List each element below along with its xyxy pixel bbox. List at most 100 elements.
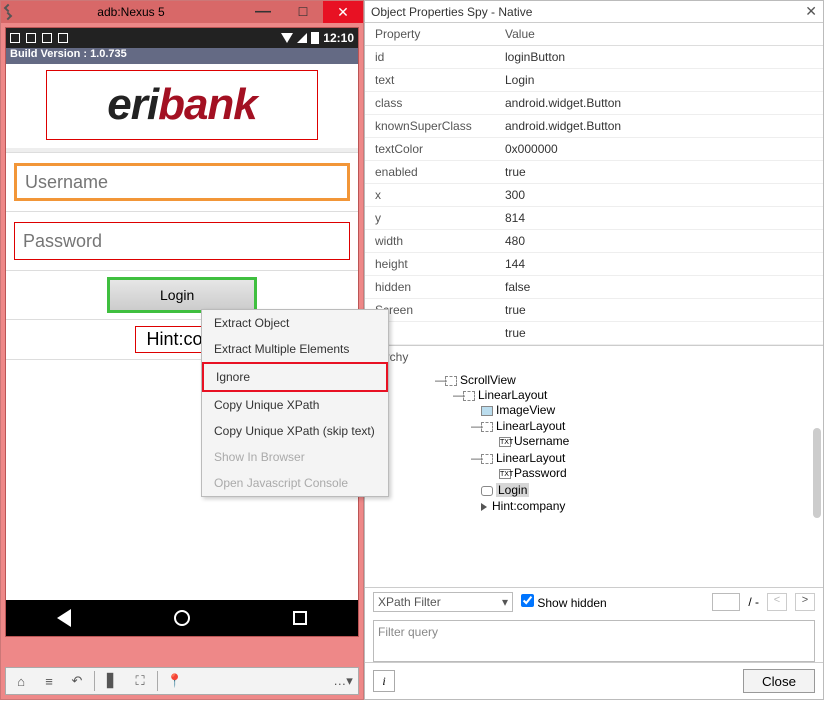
property-value: android.widget.Button bbox=[495, 115, 823, 138]
property-value: Login bbox=[495, 69, 823, 92]
username-field[interactable] bbox=[14, 163, 350, 201]
tree-node-login[interactable]: Login bbox=[471, 482, 823, 498]
expand-icon[interactable] bbox=[5, 5, 19, 19]
property-value: 0x000000 bbox=[495, 138, 823, 161]
col-property: Property bbox=[365, 23, 495, 46]
tree-node-linearlayout[interactable]: —LinearLayout TXTUsername bbox=[471, 418, 823, 450]
pin-tool-icon[interactable]: 📍 bbox=[162, 670, 188, 692]
ctx-ignore[interactable]: Ignore bbox=[202, 362, 388, 392]
property-value: true bbox=[495, 161, 823, 184]
info-icon[interactable]: i bbox=[373, 670, 395, 692]
inspector-close-icon[interactable]: ✕ bbox=[805, 3, 817, 20]
property-row[interactable]: enabledtrue bbox=[365, 161, 823, 184]
xpath-filter-combo[interactable]: XPath Filter▾ bbox=[373, 592, 513, 612]
property-name: height bbox=[365, 253, 495, 276]
inspector-title: Object Properties Spy - Native bbox=[371, 5, 805, 19]
eribank-logo: eribank bbox=[46, 70, 318, 140]
close-button[interactable]: Close bbox=[743, 669, 815, 693]
property-row[interactable]: textColor0x000000 bbox=[365, 138, 823, 161]
filter-row: XPath Filter▾ Show hidden / - < > bbox=[365, 587, 823, 616]
property-row[interactable]: height144 bbox=[365, 253, 823, 276]
home-icon[interactable] bbox=[174, 610, 190, 626]
list-tool-icon[interactable]: ≡ bbox=[36, 670, 62, 692]
context-menu: Extract Object Extract Multiple Elements… bbox=[201, 309, 389, 497]
property-name: class bbox=[365, 92, 495, 115]
property-row[interactable]: x300 bbox=[365, 184, 823, 207]
emulator-window: adb:Nexus 5 — ☐ ✕ 12:10 Build Version : … bbox=[0, 0, 364, 700]
tree-node-username[interactable]: TXTUsername bbox=[489, 433, 823, 449]
emulator-toolbar: ⌂ ≡ ↶ ▋ ⛶ 📍 …▾ bbox=[5, 667, 359, 695]
ctx-extract-object[interactable]: Extract Object bbox=[202, 310, 388, 336]
android-navbar bbox=[6, 600, 358, 636]
show-hidden-toggle[interactable]: Show hidden bbox=[521, 594, 607, 610]
property-value: true bbox=[495, 322, 823, 345]
property-value: 814 bbox=[495, 207, 823, 230]
property-value: false bbox=[495, 276, 823, 299]
property-name: textColor bbox=[365, 138, 495, 161]
more-tool-icon[interactable]: …▾ bbox=[330, 670, 356, 692]
battery-icon bbox=[311, 32, 319, 44]
notif-icon bbox=[10, 33, 20, 43]
tree-node-password[interactable]: TXTPassword bbox=[489, 465, 823, 481]
tree-scrollbar[interactable] bbox=[813, 428, 821, 518]
property-name: x bbox=[365, 184, 495, 207]
property-value: android.widget.Button bbox=[495, 92, 823, 115]
recent-icon[interactable] bbox=[293, 611, 307, 625]
filter-query-box[interactable]: Filter query bbox=[373, 620, 815, 662]
col-value: Value bbox=[495, 23, 823, 46]
hierarchy-panel: rarchy —ScrollView —LinearLayout ImageVi… bbox=[365, 345, 823, 699]
back-icon[interactable] bbox=[57, 609, 71, 627]
close-window-button[interactable]: ✕ bbox=[323, 1, 363, 23]
hierarchy-label: rarchy bbox=[365, 346, 823, 368]
property-row[interactable]: Screentrue bbox=[365, 299, 823, 322]
password-field[interactable] bbox=[14, 222, 350, 260]
property-value: loginButton bbox=[495, 46, 823, 69]
inspector-footer: i Close bbox=[365, 662, 823, 699]
prev-button[interactable]: < bbox=[767, 593, 787, 611]
property-row[interactable]: width480 bbox=[365, 230, 823, 253]
property-name: width bbox=[365, 230, 495, 253]
ctx-extract-multiple[interactable]: Extract Multiple Elements bbox=[202, 336, 388, 362]
property-name: hidden bbox=[365, 276, 495, 299]
inspector-titlebar: Object Properties Spy - Native ✕ bbox=[365, 1, 823, 23]
chevron-down-icon: ▾ bbox=[502, 595, 508, 609]
minimize-button[interactable]: — bbox=[243, 1, 283, 23]
next-button[interactable]: > bbox=[795, 593, 815, 611]
undo-tool-icon[interactable]: ↶ bbox=[64, 670, 90, 692]
notif-icon bbox=[42, 33, 52, 43]
ctx-copy-xpath-skip[interactable]: Copy Unique XPath (skip text) bbox=[202, 418, 388, 444]
property-value: 144 bbox=[495, 253, 823, 276]
page-input[interactable] bbox=[712, 593, 740, 611]
tree-node-scrollview[interactable]: —ScrollView —LinearLayout ImageView —Lin… bbox=[435, 372, 823, 516]
expand-tool-icon[interactable]: ⛶ bbox=[127, 670, 153, 692]
tree-node-imageview[interactable]: ImageView bbox=[471, 402, 823, 418]
property-row[interactable]: true bbox=[365, 322, 823, 345]
home-tool-icon[interactable]: ⌂ bbox=[8, 670, 34, 692]
login-button[interactable]: Login bbox=[107, 277, 257, 313]
ctx-show-browser: Show In Browser bbox=[202, 444, 388, 470]
clock: 12:10 bbox=[323, 31, 354, 45]
tree-node-linearlayout[interactable]: —LinearLayout ImageView —LinearLayout TX… bbox=[453, 387, 823, 515]
property-row[interactable]: y814 bbox=[365, 207, 823, 230]
property-row[interactable]: idloginButton bbox=[365, 46, 823, 69]
hierarchy-tree[interactable]: —ScrollView —LinearLayout ImageView —Lin… bbox=[365, 368, 823, 587]
property-row[interactable]: textLogin bbox=[365, 69, 823, 92]
notif-icon bbox=[26, 33, 36, 43]
build-version-label: Build Version : 1.0.735 bbox=[6, 48, 358, 64]
ctx-copy-xpath[interactable]: Copy Unique XPath bbox=[202, 392, 388, 418]
property-row[interactable]: classandroid.widget.Button bbox=[365, 92, 823, 115]
object-spy-panel: Object Properties Spy - Native ✕ Propert… bbox=[364, 0, 824, 700]
titlebar: adb:Nexus 5 — ☐ ✕ bbox=[1, 1, 363, 23]
property-table: Property Value idloginButtontextLogincla… bbox=[365, 23, 823, 345]
layout-tool-icon[interactable]: ▋ bbox=[99, 670, 125, 692]
maximize-button[interactable]: ☐ bbox=[283, 1, 323, 23]
tree-node-hint[interactable]: Hint:company bbox=[471, 498, 823, 514]
property-row[interactable]: hiddenfalse bbox=[365, 276, 823, 299]
property-row[interactable]: knownSuperClassandroid.widget.Button bbox=[365, 115, 823, 138]
property-value: 480 bbox=[495, 230, 823, 253]
property-value: true bbox=[495, 299, 823, 322]
tree-node-linearlayout[interactable]: —LinearLayout TXTPassword bbox=[471, 450, 823, 482]
wifi-icon bbox=[281, 33, 293, 43]
page-sep: / - bbox=[748, 595, 759, 609]
property-name: y bbox=[365, 207, 495, 230]
